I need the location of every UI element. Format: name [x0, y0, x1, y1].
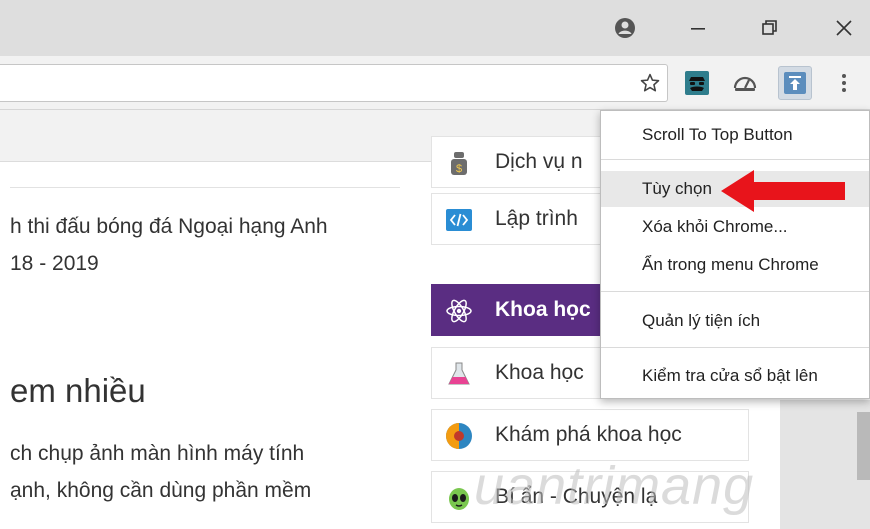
- article-text-line[interactable]: ch chụp ảnh màn hình máy tính: [10, 441, 304, 466]
- article-text-line[interactable]: h thi đấu bóng đá Ngoại hạng Anh: [10, 214, 328, 239]
- watermark: uantrimang: [474, 456, 755, 516]
- address-bar[interactable]: [0, 64, 668, 102]
- atom-icon: [444, 296, 474, 326]
- restore-icon: [762, 20, 777, 35]
- scroll-to-top-icon: [784, 72, 806, 94]
- menu-item-label: Quản lý tiện ích: [642, 311, 761, 330]
- menu-item-label: Kiểm tra cửa sổ bật lên: [642, 366, 818, 385]
- menu-divider: [601, 291, 869, 292]
- content-divider: [10, 187, 400, 188]
- menu-item-inspect-popup[interactable]: Kiểm tra cửa sổ bật lên: [601, 358, 869, 394]
- menu-divider: [601, 159, 869, 160]
- money-bag-icon: $: [444, 148, 474, 178]
- close-icon: [836, 20, 852, 36]
- extension-dashboard-button[interactable]: [728, 66, 762, 100]
- more-vert-icon: [842, 74, 846, 92]
- profile-icon: [615, 18, 635, 38]
- flask-icon: [444, 359, 474, 389]
- category-label: Dịch vụ n: [495, 150, 583, 173]
- globe-icon: [444, 421, 474, 451]
- browser-toolbar: [0, 56, 870, 110]
- menu-item-scroll-to-top[interactable]: Scroll To Top Button: [601, 117, 869, 153]
- category-label: Khám phá khoa học: [495, 423, 682, 446]
- chrome-menu-button[interactable]: [830, 66, 858, 100]
- red-arrow-annotation: [721, 170, 845, 212]
- menu-item-hide-in-menu[interactable]: Ẩn trong menu Chrome: [601, 247, 869, 283]
- disguise-icon: [685, 71, 709, 95]
- menu-item-label: Ẩn trong menu Chrome: [642, 255, 819, 274]
- star-icon: [640, 73, 660, 92]
- menu-item-label: Scroll To Top Button: [642, 125, 793, 144]
- category-label: Khoa học: [495, 298, 591, 321]
- menu-item-label: Tùy chọn: [642, 179, 712, 198]
- close-window-button[interactable]: [826, 10, 862, 46]
- article-text-line[interactable]: 18 - 2019: [10, 251, 99, 276]
- menu-item-label: Xóa khỏi Chrome...: [642, 217, 788, 236]
- alien-icon: [444, 483, 474, 513]
- window-titlebar: [0, 0, 870, 56]
- menu-divider: [601, 347, 869, 348]
- extension-scroll-to-top-button[interactable]: [778, 66, 812, 100]
- minimize-icon: [691, 28, 705, 30]
- bookmark-star-button[interactable]: [634, 66, 666, 100]
- extension-context-menu: Scroll To Top Button Tùy chọn Xóa khỏi C…: [600, 110, 870, 399]
- profile-button[interactable]: [607, 10, 643, 46]
- svg-text:$: $: [456, 163, 462, 175]
- category-label: Khoa học: [495, 361, 584, 384]
- section-heading: em nhiều: [10, 372, 146, 409]
- dashboard-icon: [733, 76, 757, 91]
- restore-button[interactable]: [752, 10, 788, 46]
- menu-item-manage-extensions[interactable]: Quản lý tiện ích: [601, 303, 869, 339]
- code-icon: [444, 205, 474, 235]
- minimize-button[interactable]: [680, 10, 716, 46]
- scrollbar-thumb[interactable]: [857, 412, 870, 480]
- category-item[interactable]: Khám phá khoa học: [431, 409, 749, 461]
- extension-disguise-button[interactable]: [680, 66, 714, 100]
- article-text-line[interactable]: ạnh, không cần dùng phần mềm: [10, 478, 311, 503]
- category-label: Lập trình: [495, 207, 578, 230]
